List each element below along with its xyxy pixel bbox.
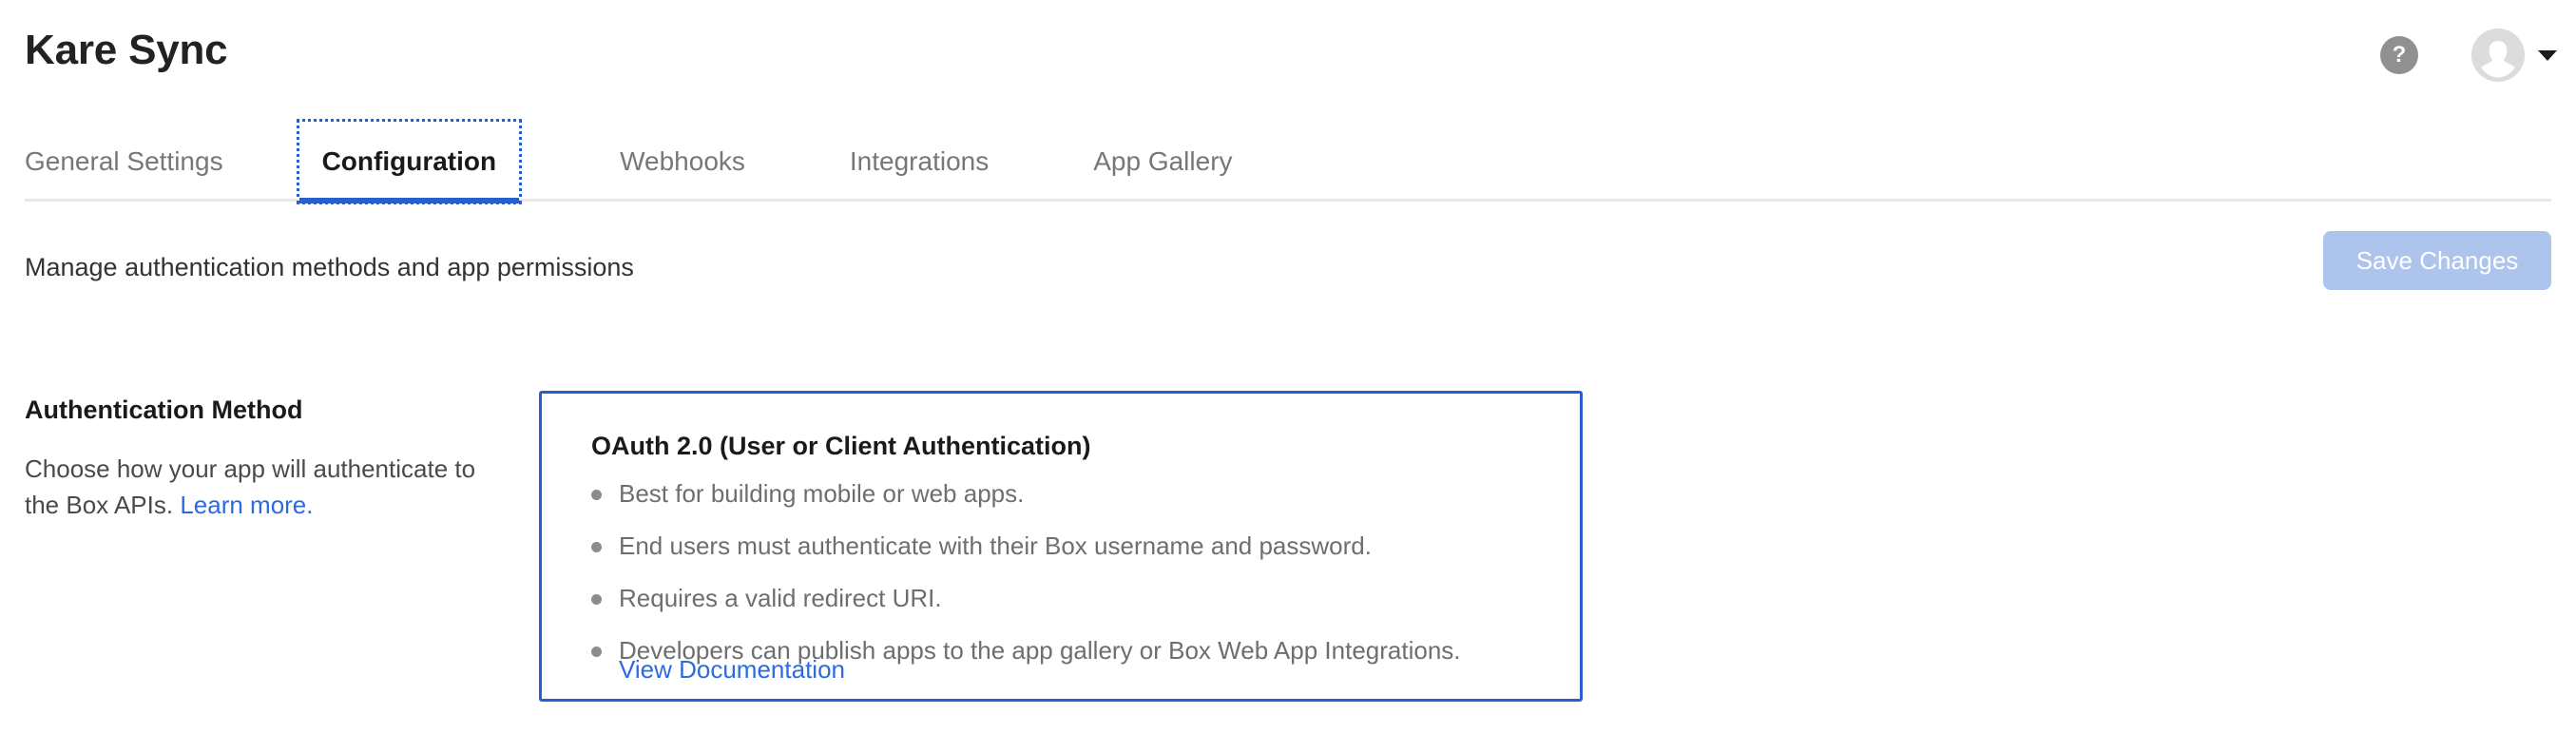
view-documentation-link[interactable]: View Documentation xyxy=(619,655,845,685)
user-menu[interactable] xyxy=(2471,29,2557,82)
oauth-card-title: OAuth 2.0 (User or Client Authentication… xyxy=(591,432,1091,460)
oauth-option-card[interactable]: OAuth 2.0 (User or Client Authentication… xyxy=(539,391,1583,702)
help-icon[interactable]: ? xyxy=(2380,36,2418,74)
tab-general-settings[interactable]: General Settings xyxy=(25,122,223,202)
header-actions: ? xyxy=(2380,29,2557,82)
tab-bar: General Settings Configuration Webhooks … xyxy=(0,119,2576,204)
save-changes-button[interactable]: Save Changes xyxy=(2323,231,2551,290)
avatar xyxy=(2471,29,2525,82)
tab-configuration[interactable]: Configuration xyxy=(296,119,523,204)
list-item: End users must authenticate with their B… xyxy=(591,533,1461,558)
subheader-description: Manage authentication methods and app pe… xyxy=(25,253,634,281)
list-item: Requires a valid redirect URI. xyxy=(591,586,1461,610)
tab-webhooks[interactable]: Webhooks xyxy=(620,122,745,202)
tab-integrations[interactable]: Integrations xyxy=(850,122,989,202)
auth-method-heading: Authentication Method xyxy=(25,396,303,424)
auth-method-panel: Authentication Method Choose how your ap… xyxy=(25,396,500,523)
app-header: Kare Sync ? xyxy=(0,0,2576,122)
subheader-bar: Manage authentication methods and app pe… xyxy=(0,202,2576,316)
list-item: Best for building mobile or web apps. xyxy=(591,481,1461,506)
app-page: Kare Sync ? General Settings Configurati… xyxy=(0,0,2576,753)
learn-more-link[interactable]: Learn more. xyxy=(180,491,313,519)
chevron-down-icon[interactable] xyxy=(2538,49,2557,61)
tab-app-gallery[interactable]: App Gallery xyxy=(1093,122,1232,202)
page-title: Kare Sync xyxy=(25,27,228,73)
auth-method-description: Choose how your app will authenticate to… xyxy=(25,452,500,523)
tab-list: General Settings Configuration Webhooks … xyxy=(25,119,1233,204)
